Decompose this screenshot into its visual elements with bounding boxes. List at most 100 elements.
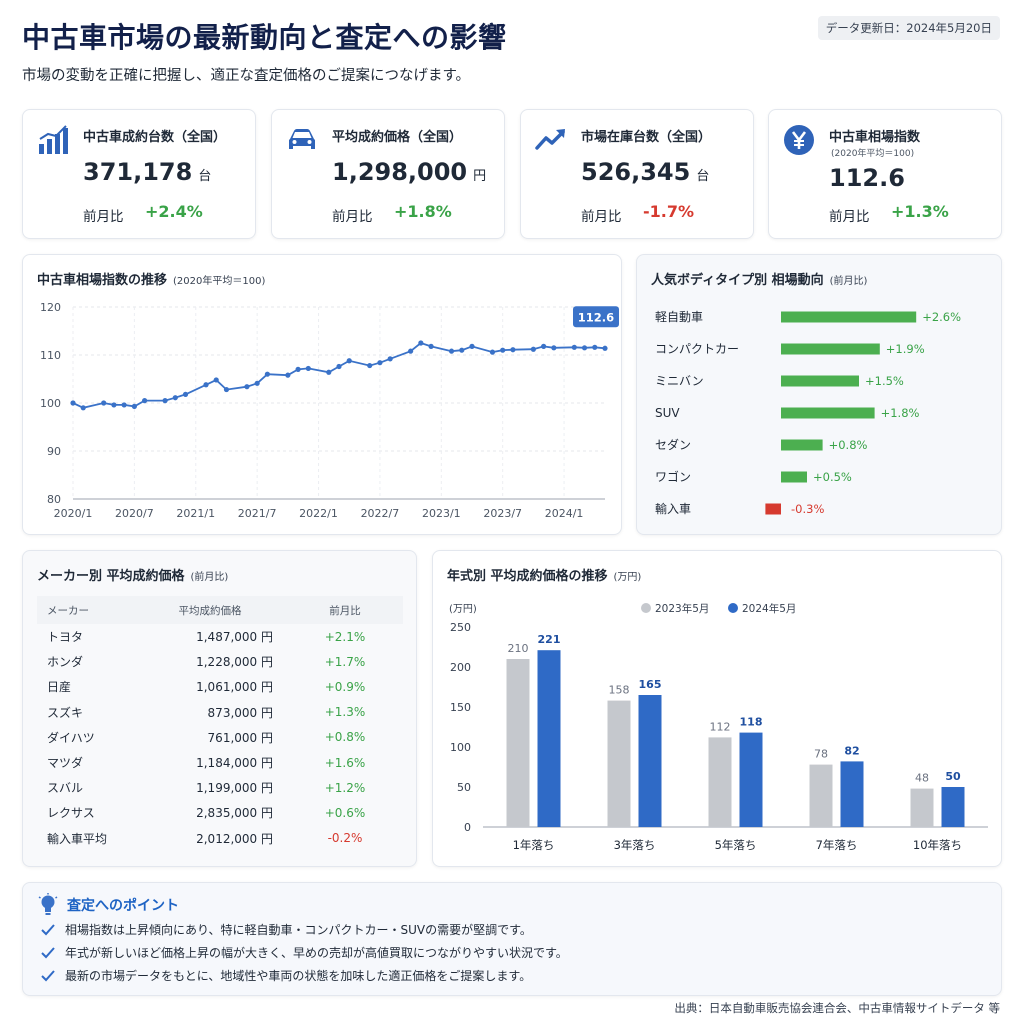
maker-name: 輸入車平均 <box>47 831 108 846</box>
kpi-card-market-index: 中古車相場指数 (2020年平均＝100) 112.6 前月比 +1.3% <box>768 109 1002 239</box>
maker-price-table: メーカー 平均成約価格 前月比 トヨタ 1,487,000 円 +2.1% ホンダ 1,… <box>37 596 403 851</box>
kpi-change: +1.3% <box>891 202 949 221</box>
kpi-compare-label: 前月比 <box>829 209 870 225</box>
table-title: メーカー別 平均成約価格 (前月比) <box>37 569 229 584</box>
data-label: 210 <box>508 642 529 655</box>
page-title: 中古車市場の最新動向と査定への影響 <box>22 21 507 54</box>
kpi-unit: 台 <box>198 169 212 184</box>
data-label: 48 <box>915 772 929 785</box>
y-tick-label: 120 <box>40 301 61 314</box>
data-point <box>510 347 516 353</box>
data-point <box>295 366 301 372</box>
bar <box>809 764 833 827</box>
data-point <box>469 343 475 349</box>
current-value-label: 112.6 <box>578 310 614 324</box>
data-label: 78 <box>814 748 828 761</box>
data-point <box>203 382 209 388</box>
average-price: 2,835,000 円 <box>196 806 273 821</box>
y-axis-label: (万円) <box>449 604 477 615</box>
data-point <box>428 343 434 349</box>
bar <box>781 343 880 355</box>
data-label: 165 <box>639 678 662 691</box>
x-tick-label: 2021/1 <box>176 507 215 520</box>
index-line-chart: 80 90 100 110 120 2020/1 2020/7 2021/1 2021/7 202… <box>40 301 619 520</box>
table-row: レクサス 2,835,000 円 +0.6% <box>37 800 403 825</box>
category-label: コンパクトカー <box>655 342 739 356</box>
data-label: -0.3% <box>791 502 824 516</box>
data-label: +2.6% <box>922 310 961 324</box>
check-icon <box>41 970 55 982</box>
data-point <box>377 360 383 366</box>
car-icon <box>289 129 315 149</box>
month-change: +0.8% <box>324 730 366 745</box>
data-label: +1.5% <box>865 374 904 388</box>
data-point <box>551 345 557 351</box>
category-label: ワゴン <box>655 469 691 484</box>
y-tick-label: 80 <box>47 493 61 506</box>
x-tick-label: 2022/1 <box>299 507 338 520</box>
y-tick-label: 100 <box>40 397 61 410</box>
data-label: +0.5% <box>813 470 852 484</box>
table-row: トヨタ 1,487,000 円 +2.1% <box>37 624 403 649</box>
kpi-card-inventory: 市場在庫台数（全国） 526,345 台 前月比 -1.7% <box>520 109 754 239</box>
table-note: (前月比) <box>190 572 229 583</box>
legend-swatch <box>641 603 651 613</box>
data-point <box>571 344 577 350</box>
table-row: 日産 1,061,000 円 +0.9% <box>37 674 403 699</box>
data-point <box>131 403 137 409</box>
data-point <box>459 347 465 353</box>
average-price: 873,000 円 <box>207 705 273 720</box>
table-row: スバル 1,199,000 円 +1.2% <box>37 775 403 800</box>
kpi-change: +2.4% <box>145 202 203 221</box>
bar <box>781 439 823 451</box>
x-tick-label: 2020/1 <box>54 507 93 520</box>
table-row: マツダ 1,184,000 円 +1.6% <box>37 750 403 775</box>
kpi-value: 112.6 <box>829 164 905 192</box>
model-year-price-card: 年式別 平均成約価格の推移 (万円) (万円) 0 50 100 150 200 250 202… <box>432 550 1002 867</box>
data-point <box>162 398 168 404</box>
kpi-change: -1.7% <box>643 202 695 221</box>
data-point <box>408 348 414 354</box>
kpi-sub-label: (2020年平均＝100) <box>831 149 915 159</box>
bar <box>708 737 732 827</box>
data-point <box>101 400 107 406</box>
data-label: +1.8% <box>881 406 920 420</box>
data-point <box>541 343 547 349</box>
data-point <box>602 345 608 351</box>
average-price: 761,000 円 <box>207 730 273 745</box>
data-point <box>346 358 352 364</box>
x-tick-label: 2022/7 <box>361 507 400 520</box>
x-tick-label: 7年落ち <box>816 838 858 852</box>
month-change: +1.2% <box>324 780 366 795</box>
bar <box>765 503 781 515</box>
x-tick-label: 5年落ち <box>715 838 757 852</box>
list-item: 相場指数は上昇傾向にあり、特に軽自動車・コンパクトカー・SUVの需要が堅調です。 <box>41 921 568 944</box>
kpi-unit: 台 <box>696 169 710 184</box>
source-note: 出典：日本自動車販売協会連合会、中古車情報サイトデータ 等 <box>674 1001 1000 1015</box>
data-point <box>489 349 496 355</box>
kpi-compare-label: 前月比 <box>83 209 124 225</box>
data-label: 221 <box>538 633 561 646</box>
check-icon <box>41 924 55 936</box>
column-header: メーカー <box>37 596 147 624</box>
data-point <box>387 356 393 362</box>
y-tick-label: 150 <box>450 701 471 714</box>
month-change: -0.2% <box>327 831 363 846</box>
points-list: 相場指数は上昇傾向にあり、特に軽自動車・コンパクトカー・SUVの需要が堅調です。… <box>41 921 568 990</box>
kpi-label: 中古車相場指数 <box>829 130 921 145</box>
average-price: 1,228,000 円 <box>196 655 273 670</box>
month-change: +0.9% <box>324 679 366 694</box>
list-item: 年式が新しいほど価格上昇の幅が大きく、早めの売却が高値買取につながりやすい状況で… <box>41 944 568 967</box>
maker-name: トヨタ <box>47 630 84 645</box>
bar <box>537 650 561 827</box>
data-point <box>530 346 536 352</box>
data-point <box>254 380 260 386</box>
maker-price-card: メーカー別 平均成約価格 (前月比) メーカー 平均成約価格 前月比 トヨタ 1,4… <box>22 550 417 867</box>
data-point <box>418 340 424 346</box>
category-label: セダン <box>655 437 691 452</box>
data-point <box>223 386 230 393</box>
x-tick-label: 2020/7 <box>115 507 154 520</box>
data-point <box>142 398 148 404</box>
data-label: 158 <box>609 684 630 697</box>
average-price: 1,184,000 円 <box>196 756 273 771</box>
